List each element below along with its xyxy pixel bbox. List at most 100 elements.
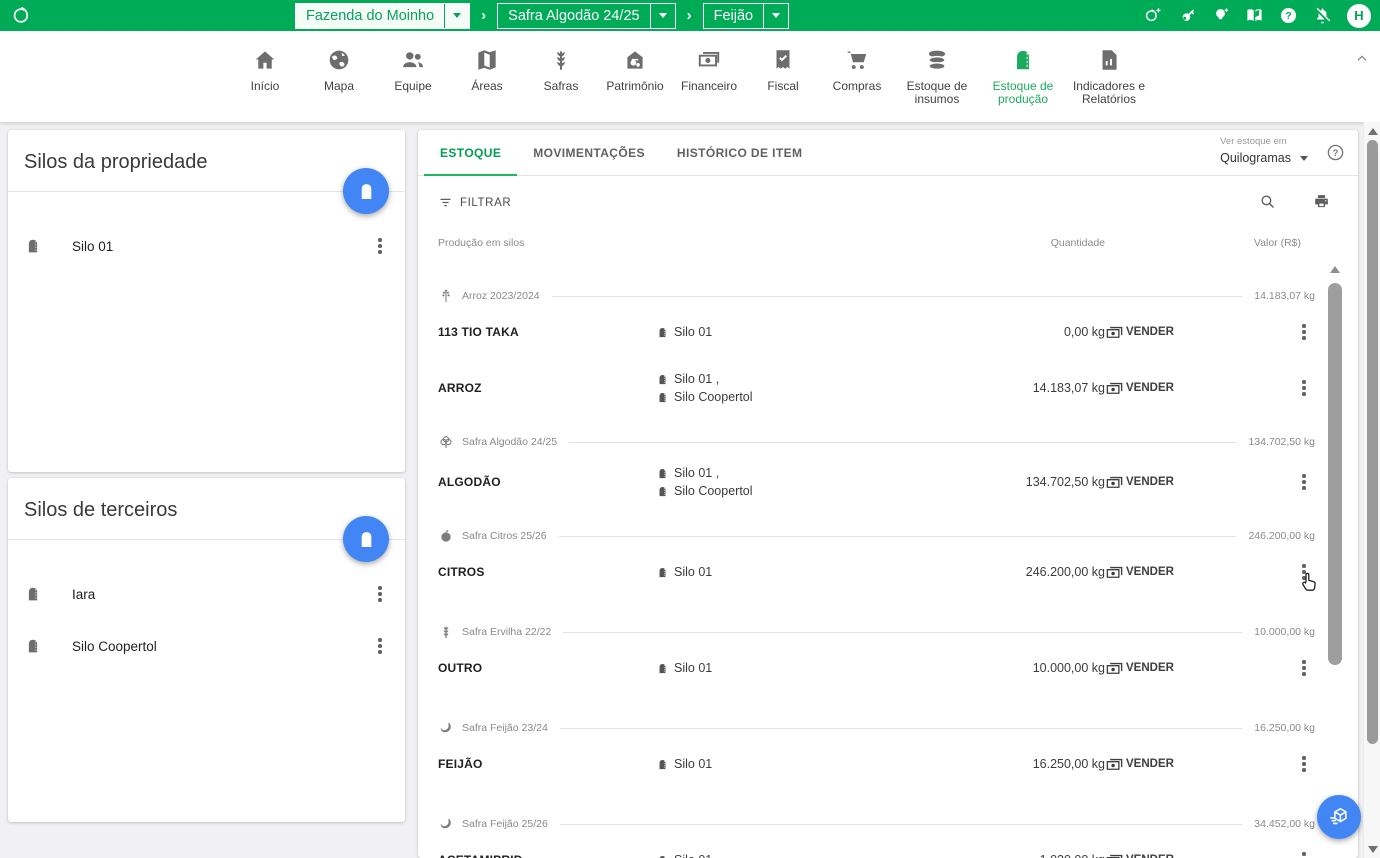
stock-item-actions: VENDER	[1105, 323, 1315, 342]
silo-icon	[24, 585, 42, 603]
silo-list-item[interactable]: Silo Coopertol	[8, 620, 405, 672]
nav-item-estoque-de-insumos[interactable]: Estoque de insumos	[894, 47, 980, 107]
sell-button[interactable]: VENDER	[1105, 659, 1174, 678]
sell-button-label: VENDER	[1126, 566, 1174, 578]
collapse-nav-chevron-up-icon[interactable]	[1354, 51, 1370, 67]
unit-selector-value: Quilogramas	[1220, 151, 1291, 165]
scrollbar-thumb[interactable]	[1328, 283, 1342, 665]
more-options-kebab-icon[interactable]	[1295, 563, 1313, 581]
bean-icon	[438, 720, 454, 736]
bell-off-icon[interactable]	[1313, 6, 1332, 25]
sell-button[interactable]: VENDER	[1105, 473, 1174, 492]
topbar-actions: H	[1143, 0, 1371, 31]
nav-item-label: Áreas	[471, 80, 502, 93]
nav-item-equipe[interactable]: Equipe	[376, 47, 450, 107]
tab-bar: ESTOQUE MOVIMENTAÇÕESHISTÓRICO DE ITEM Ve…	[418, 130, 1358, 176]
harvest-group-total: 34.452,00 kg	[1254, 818, 1315, 830]
add-silo-fab-button[interactable]	[343, 516, 389, 562]
more-options-kebab-icon[interactable]	[1295, 323, 1313, 341]
stock-item-quantity: 10.000,00 kg	[955, 661, 1105, 675]
scroll-down-arrow[interactable]	[1368, 846, 1378, 853]
silo-chip: Silo Coopertol	[656, 484, 955, 498]
tab-estoque[interactable]: ESTOQUE	[424, 130, 517, 175]
scroll-up-arrow[interactable]	[1330, 266, 1340, 273]
sell-button-label: VENDER	[1126, 854, 1174, 858]
search-icon[interactable]	[1259, 193, 1276, 210]
page-scrollbar[interactable]	[1363, 122, 1380, 858]
nav-item-areas[interactable]: Áreas	[450, 47, 524, 107]
nav-item-inicio[interactable]: Início	[228, 47, 302, 107]
more-options-kebab-icon[interactable]	[1295, 379, 1313, 397]
silo-chip-label: Silo 01 ,	[674, 466, 719, 480]
unit-selector-label: Ver estoque em	[1220, 136, 1308, 147]
sell-button[interactable]: VENDER	[1105, 379, 1174, 398]
season-selector[interactable]: Safra Algodão 24/25	[497, 3, 675, 29]
farm-selector-value: Fazenda do Moinho	[296, 4, 444, 28]
harvest-group-total: 16.250,00 kg	[1254, 722, 1315, 734]
chevron-down-icon[interactable]	[444, 4, 469, 28]
stock-item-row: 113 TIO TAKA Silo 01 0,00 kg VENDER	[438, 306, 1315, 358]
nav-item-safras[interactable]: Safras	[524, 47, 598, 107]
key-icon[interactable]	[1177, 6, 1196, 25]
nav-item-estoque-de-producao[interactable]: Estoque de produção	[980, 47, 1066, 107]
more-options-kebab-icon[interactable]	[1295, 473, 1313, 491]
unit-selector[interactable]: Ver estoque em Quilogramas	[1220, 136, 1308, 165]
list-toolbar: FILTRAR	[418, 176, 1358, 230]
more-options-kebab-icon[interactable]	[1295, 851, 1313, 858]
silo-list-item[interactable]: Silo 01	[8, 220, 405, 272]
stock-item-quantity: 1.020,00 kg	[955, 853, 1105, 858]
stock-item-quantity: 14.183,07 kg	[955, 381, 1105, 395]
column-header-value: Valor (R$)	[1105, 237, 1315, 249]
more-options-kebab-icon[interactable]	[1295, 659, 1313, 677]
nav-item-compras[interactable]: Compras	[820, 47, 894, 107]
silo-icon	[656, 758, 669, 771]
book-icon[interactable]	[1245, 6, 1264, 25]
more-options-kebab-icon[interactable]	[371, 585, 389, 603]
more-options-kebab-icon[interactable]	[371, 637, 389, 655]
silo-chip-label: Silo 01	[674, 325, 712, 339]
list-scrollbar[interactable]	[1328, 266, 1342, 858]
silo-card-title: Silos da propriedade	[24, 151, 207, 174]
stock-item-row: CITROS Silo 01 246.200,00 kg VENDER	[438, 546, 1315, 598]
report-icon	[1096, 47, 1122, 73]
crop-selector[interactable]: Feijão	[703, 3, 790, 29]
print-icon[interactable]	[1313, 193, 1330, 210]
help-filled-icon[interactable]	[1279, 6, 1298, 25]
nav-item-fiscal[interactable]: Fiscal	[746, 47, 820, 107]
stock-item-silos: Silo 01	[656, 757, 955, 771]
sell-button[interactable]: VENDER	[1105, 755, 1174, 774]
silo-card-header: Silos de terceiros	[8, 478, 405, 540]
nav-item-patrimonio[interactable]: Patrimônio	[598, 47, 672, 107]
referral-logo-plus-icon[interactable]	[1143, 6, 1162, 25]
harvest-group-label: Safra Feijão 25/26	[462, 818, 548, 830]
group-divider	[563, 632, 1242, 633]
sell-button[interactable]: VENDER	[1105, 323, 1174, 342]
silo-chip-label: Silo 01	[674, 853, 712, 858]
user-avatar[interactable]: H	[1347, 4, 1371, 28]
chevron-down-icon[interactable]	[763, 4, 788, 28]
nav-item-financeiro[interactable]: Financeiro	[672, 47, 746, 107]
tab-movimentações[interactable]: MOVIMENTAÇÕES	[517, 130, 661, 175]
bulb-plus-icon[interactable]	[1211, 6, 1230, 25]
group-divider	[552, 296, 1243, 297]
filter-button[interactable]: FILTRAR	[438, 195, 511, 210]
help-outline-icon[interactable]	[1326, 143, 1345, 162]
tab-histórico-de-item[interactable]: HISTÓRICO DE ITEM	[661, 130, 818, 175]
scrollbar-thumb[interactable]	[1367, 140, 1378, 744]
filter-button-label: FILTRAR	[460, 197, 511, 209]
more-options-kebab-icon[interactable]	[1295, 755, 1313, 773]
add-silo-fab-button[interactable]	[343, 168, 389, 214]
silo-list-item[interactable]: Iara	[8, 568, 405, 620]
nav-item-label: Fiscal	[767, 80, 798, 93]
farm-selector[interactable]: Fazenda do Moinho	[295, 3, 470, 29]
nav-item-indicadores-e-relatorios[interactable]: Indicadores e Relatórios	[1066, 47, 1152, 107]
chevron-down-icon[interactable]	[650, 4, 675, 28]
main-nav: Início Mapa Equipe Áreas Safras Patrimôn…	[0, 31, 1380, 122]
tab-label: ESTOQUE	[440, 146, 501, 160]
sell-button[interactable]: VENDER	[1105, 851, 1174, 858]
sell-button[interactable]: VENDER	[1105, 563, 1174, 582]
nav-item-mapa[interactable]: Mapa	[302, 47, 376, 107]
more-options-kebab-icon[interactable]	[371, 237, 389, 255]
scroll-up-arrow[interactable]	[1368, 128, 1378, 135]
silo-icon	[24, 237, 42, 255]
